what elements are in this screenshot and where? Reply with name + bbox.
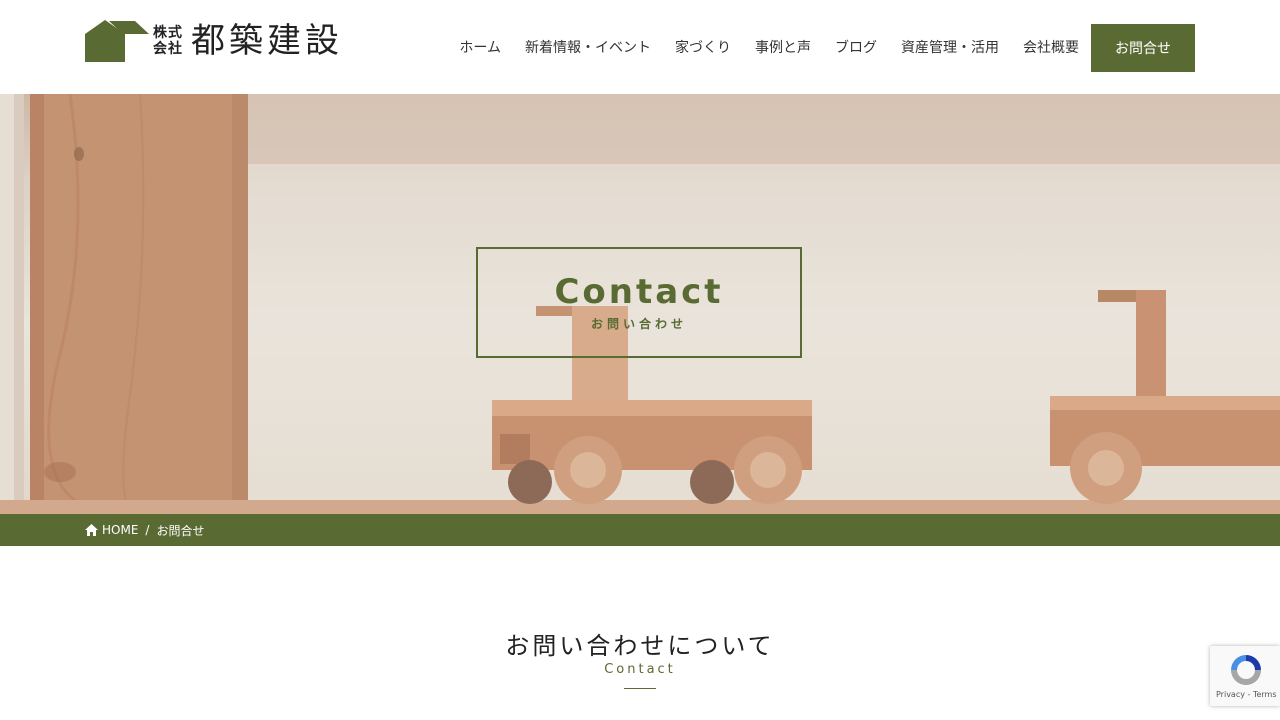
- logo-company-type: 株式 会社: [153, 25, 183, 57]
- nav-item-news-events[interactable]: 新着情報・イベント: [525, 24, 651, 72]
- nav-item-house-building[interactable]: 家づくり: [675, 24, 731, 72]
- site-header: 株式 会社 都築建設 ホーム 新着情報・イベント 家づくり 事例と声 ブログ 資…: [0, 0, 1280, 94]
- breadcrumb-current: お問合せ: [156, 523, 205, 538]
- home-icon: [85, 524, 98, 536]
- section-title: お問い合わせについて: [505, 632, 775, 660]
- recaptcha-links[interactable]: Privacy - Terms: [1216, 690, 1277, 699]
- hero-subtitle: お問い合わせ: [590, 317, 687, 331]
- nav-item-home[interactable]: ホーム: [459, 24, 501, 72]
- breadcrumb-separator: /: [145, 523, 150, 537]
- nav-item-cases[interactable]: 事例と声: [755, 24, 811, 72]
- recaptcha-icon: [1231, 655, 1261, 685]
- nav-item-blog[interactable]: ブログ: [835, 24, 877, 72]
- hero-banner: Contact お問い合わせ: [0, 94, 1280, 514]
- main-nav: ホーム 新着情報・イベント 家づくり 事例と声 ブログ 資産管理・活用 会社概要…: [459, 24, 1195, 72]
- nav-item-asset-management[interactable]: 資産管理・活用: [901, 24, 999, 72]
- site-logo[interactable]: 株式 会社 都築建設: [85, 20, 343, 62]
- hero-title: Contact: [554, 272, 724, 312]
- section-divider: [624, 688, 656, 689]
- breadcrumb-inner: HOME / お問合せ: [85, 522, 204, 539]
- hero-title-box: Contact お問い合わせ: [476, 247, 802, 358]
- recaptcha-badge[interactable]: Privacy - Terms: [1210, 646, 1280, 706]
- logo-company-name: 都築建設: [191, 21, 343, 61]
- contact-button[interactable]: お問合せ: [1091, 24, 1195, 72]
- breadcrumb: HOME / お問合せ: [0, 514, 1280, 546]
- logo-small-top: 株式: [153, 25, 183, 41]
- section-subtitle: Contact: [604, 662, 676, 677]
- logo-small-bottom: 会社: [153, 41, 183, 57]
- nav-item-company[interactable]: 会社概要: [1023, 24, 1079, 72]
- breadcrumb-home-link[interactable]: HOME: [85, 523, 138, 537]
- house-logo-icon: [85, 20, 149, 62]
- breadcrumb-home-label: HOME: [102, 523, 139, 537]
